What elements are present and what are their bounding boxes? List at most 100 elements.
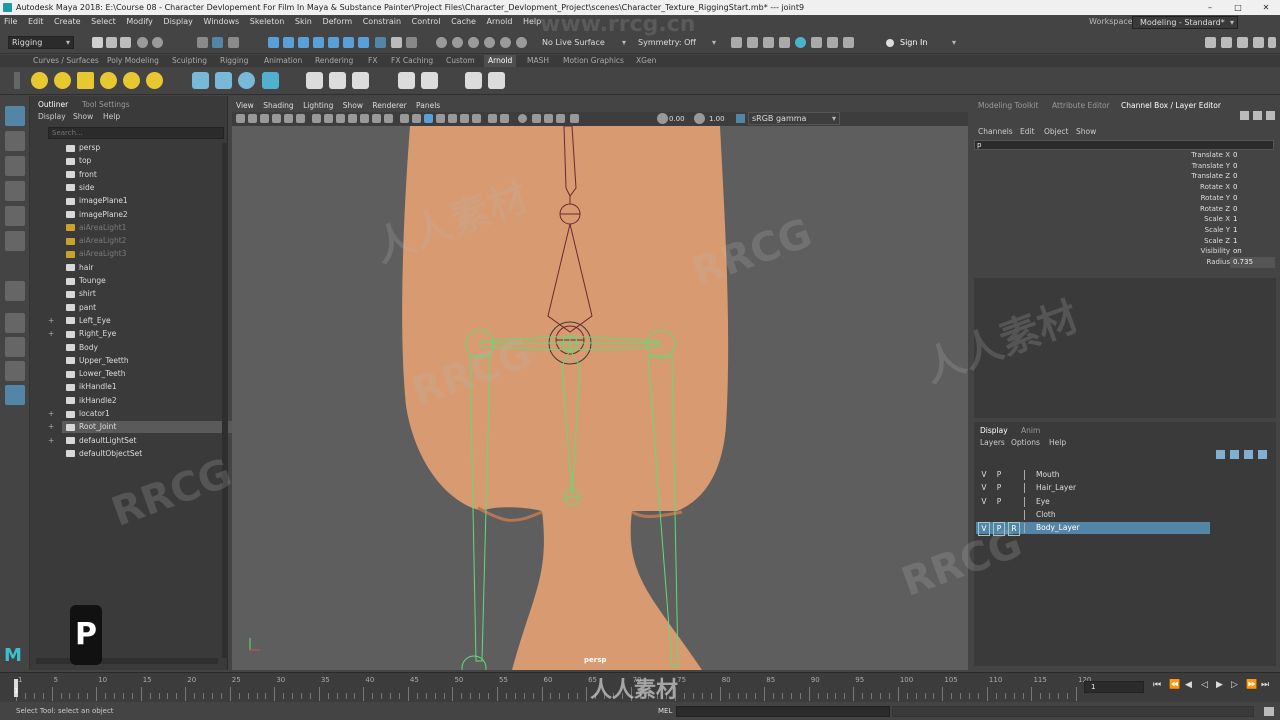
outliner-item[interactable]: pant bbox=[66, 302, 96, 314]
pause-icon[interactable] bbox=[827, 37, 838, 48]
grease-pencil-icon[interactable] bbox=[296, 114, 305, 123]
scale-tool-icon[interactable] bbox=[5, 231, 25, 251]
layer-row[interactable]: V P Mouth bbox=[976, 469, 1210, 481]
camera-attributes-icon[interactable] bbox=[248, 114, 257, 123]
command-line-input[interactable] bbox=[676, 706, 890, 717]
resolution-gate-icon[interactable] bbox=[336, 114, 345, 123]
render-settings-icon[interactable] bbox=[468, 37, 479, 48]
step-back-key-icon[interactable]: ⏪ bbox=[1169, 680, 1180, 690]
magnet-icon[interactable] bbox=[516, 37, 527, 48]
symmetry-dropdown[interactable]: Symmetry: Off bbox=[634, 36, 720, 49]
channel-row[interactable]: Translate Z0 bbox=[970, 171, 1270, 182]
minimize-button[interactable]: – bbox=[1196, 0, 1224, 15]
lock-icon[interactable] bbox=[391, 37, 402, 48]
shelf-tab-motion-graphics[interactable]: Motion Graphics bbox=[563, 55, 624, 67]
playback-toggle[interactable]: P bbox=[993, 469, 1005, 481]
maximize-button[interactable]: □ bbox=[1224, 0, 1252, 15]
lasso-tool-icon[interactable] bbox=[5, 131, 25, 151]
snap-surface-icon[interactable] bbox=[328, 37, 339, 48]
tab-outliner[interactable]: Outliner bbox=[38, 100, 68, 109]
shadows-icon[interactable] bbox=[460, 114, 469, 123]
render-sequence-icon[interactable] bbox=[747, 37, 758, 48]
select-tool-icon[interactable] bbox=[5, 106, 25, 126]
menu-deform[interactable]: Deform bbox=[322, 17, 352, 26]
two-d-pan-icon[interactable] bbox=[284, 114, 293, 123]
tool-settings-icon[interactable] bbox=[1237, 37, 1248, 48]
input-output-icon[interactable] bbox=[375, 37, 386, 48]
playback-toggle[interactable]: P bbox=[993, 522, 1005, 537]
shelf-tab-animation[interactable]: Animation bbox=[264, 55, 302, 67]
channels-menu-object[interactable]: Object bbox=[1044, 127, 1068, 136]
tab-modeling-toolkit[interactable]: Modeling Toolkit bbox=[978, 101, 1038, 110]
outliner-item[interactable]: aiAreaLight3 bbox=[66, 248, 126, 260]
safe-action-icon[interactable] bbox=[372, 114, 381, 123]
channel-value[interactable]: 1 bbox=[1230, 236, 1275, 247]
expand-toggle[interactable]: + bbox=[48, 435, 54, 447]
outliner-search-input[interactable] bbox=[48, 127, 224, 139]
move-tool-icon[interactable] bbox=[5, 181, 25, 201]
menu-skin[interactable]: Skin bbox=[295, 17, 312, 26]
channel-value[interactable]: 0 bbox=[1230, 204, 1275, 215]
save-scene-icon[interactable] bbox=[120, 37, 131, 48]
menu-edit[interactable]: Edit bbox=[28, 17, 44, 26]
export-standin-icon[interactable] bbox=[215, 72, 232, 89]
menu-display[interactable]: Display bbox=[163, 17, 193, 26]
outliner-item[interactable]: front bbox=[66, 169, 97, 181]
outliner-item[interactable]: aiAreaLight2 bbox=[66, 235, 126, 247]
outliner-item[interactable]: aiAreaLight1 bbox=[66, 222, 126, 234]
go-to-end-icon[interactable]: ⏭ bbox=[1261, 680, 1269, 690]
grid-icon[interactable] bbox=[312, 114, 321, 123]
redo-icon[interactable] bbox=[152, 37, 163, 48]
time-slider[interactable]: 1 5 10 15 20 25 30 35 40 45 50 55 60 65 70 75 80 85 90 95 10… bbox=[0, 672, 1280, 702]
snap-point-icon[interactable] bbox=[298, 37, 309, 48]
shelf-tab-rendering[interactable]: Rendering bbox=[315, 55, 353, 67]
shelf-tab-custom[interactable]: Custom bbox=[446, 55, 475, 67]
ai-toon-icon[interactable] bbox=[421, 72, 438, 89]
new-layer-selected-icon[interactable] bbox=[1258, 450, 1267, 459]
volume-icon[interactable] bbox=[238, 72, 255, 89]
menu-help[interactable]: Help bbox=[523, 17, 541, 26]
paint-select-icon[interactable] bbox=[5, 156, 25, 176]
visibility-toggle[interactable]: V bbox=[978, 469, 990, 481]
outliner-item[interactable]: top bbox=[66, 155, 91, 167]
channel-row[interactable]: Scale X1 bbox=[970, 214, 1270, 225]
node-name-field[interactable] bbox=[974, 140, 1274, 150]
motion-blur-icon[interactable] bbox=[488, 114, 497, 123]
light-portal-icon[interactable] bbox=[123, 72, 140, 89]
channel-row[interactable]: Rotate Z0 bbox=[970, 204, 1270, 215]
shelf-tab-fx[interactable]: FX bbox=[368, 55, 377, 67]
ai-standard-surface-icon[interactable] bbox=[398, 72, 415, 89]
snap-grid-icon[interactable] bbox=[268, 37, 279, 48]
persp-outliner-layout-icon[interactable] bbox=[5, 361, 25, 381]
menu-control[interactable]: Control bbox=[412, 17, 441, 26]
outliner-item[interactable]: persp bbox=[66, 142, 100, 154]
menu-modify[interactable]: Modify bbox=[126, 17, 153, 26]
go-to-start-icon[interactable]: ⏮ bbox=[1153, 680, 1161, 690]
render-scene-icon[interactable] bbox=[352, 72, 369, 89]
layer-row[interactable]: V P Hair_Layer bbox=[976, 482, 1210, 494]
exposure-value[interactable]: 0.00 bbox=[669, 113, 685, 125]
film-gate-icon[interactable] bbox=[324, 114, 333, 123]
channel-value[interactable]: on bbox=[1230, 246, 1275, 257]
make-live-icon[interactable] bbox=[358, 37, 369, 48]
select-by-component-icon[interactable] bbox=[228, 37, 239, 48]
channel-row[interactable]: Radius 0.735 bbox=[970, 257, 1275, 268]
outliner-item[interactable]: Lower_Teeth bbox=[66, 368, 125, 380]
shelf-options-icon[interactable] bbox=[14, 72, 20, 89]
menu-create[interactable]: Create bbox=[54, 17, 81, 26]
menu-skeleton[interactable]: Skeleton bbox=[250, 17, 285, 26]
expand-toggle[interactable]: + bbox=[48, 328, 54, 340]
command-language-label[interactable]: MEL bbox=[658, 703, 672, 720]
safe-title-icon[interactable] bbox=[384, 114, 393, 123]
channel-value[interactable]: 0 bbox=[1230, 150, 1275, 161]
play-icon[interactable] bbox=[488, 72, 505, 89]
layer-row[interactable]: V P R Body_Layer bbox=[976, 522, 1210, 537]
current-frame-field[interactable]: 1 bbox=[1084, 681, 1144, 693]
tab-channel-box[interactable]: Channel Box / Layer Editor bbox=[1121, 101, 1221, 110]
channels-menu-channels[interactable]: Channels bbox=[978, 127, 1013, 136]
layers-menu-layers[interactable]: Layers bbox=[980, 438, 1005, 447]
hypershade-icon[interactable] bbox=[484, 37, 495, 48]
channel-value[interactable]: 0 bbox=[1230, 161, 1275, 172]
channel-value[interactable]: 1 bbox=[1230, 225, 1275, 236]
arnold-render-view-shelf-icon[interactable] bbox=[465, 72, 482, 89]
